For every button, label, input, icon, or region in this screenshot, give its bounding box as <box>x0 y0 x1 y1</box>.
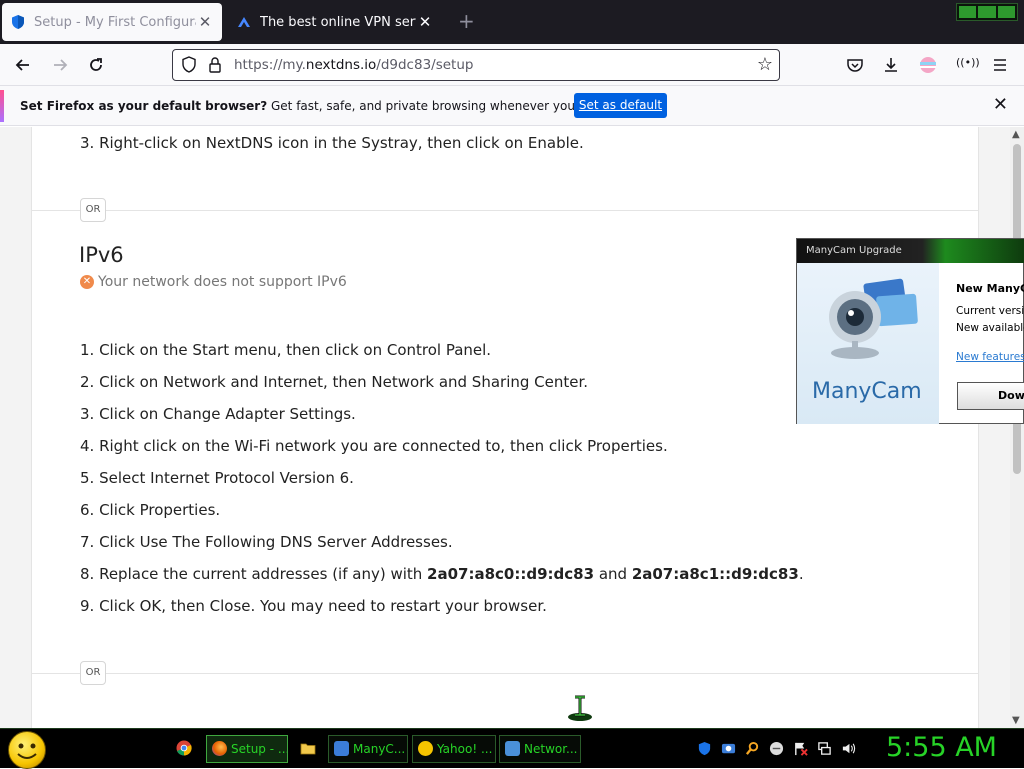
firefox-icon <box>212 741 227 756</box>
manycam-icon <box>334 741 349 756</box>
scroll-down-arrow-icon[interactable]: ▼ <box>1012 715 1020 726</box>
yahoo-messenger-icon <box>418 741 433 756</box>
taskbar: Setup - ... ManyC... Yahoo! ... Networ..… <box>0 728 1024 769</box>
setup-card: 3. Right-click on NextDNS icon in the Sy… <box>31 127 979 728</box>
close-tab-icon[interactable]: ✕ <box>416 13 434 31</box>
ipv6-step: 7. Click Use The Following DNS Server Ad… <box>80 533 453 551</box>
text-cursor-icon <box>568 695 592 721</box>
ipv6-step: 4. Right click on the Wi-Fi network you … <box>80 437 668 455</box>
tab-title: Setup - My First Configuration <box>34 14 196 30</box>
extension-icon[interactable]: ((•)) <box>956 56 980 69</box>
manycam-logo-text: ManyCam <box>812 379 922 404</box>
ipv6-status: ✕ Your network does not support IPv6 <box>80 274 347 290</box>
reload-button[interactable] <box>83 52 109 78</box>
nordvpn-icon <box>238 17 250 27</box>
nextdns-shield-icon <box>12 15 24 29</box>
or-separator: OR <box>80 198 106 222</box>
start-button-smiley-icon[interactable] <box>8 731 46 769</box>
close-tab-icon[interactable]: ✕ <box>196 13 214 31</box>
navigation-toolbar: https://my.nextdns.io/d9dc83/setup ☆ ((•… <box>0 44 1024 86</box>
window-controls[interactable] <box>956 3 1018 21</box>
ipv6-step: 1. Click on the Start menu, then click o… <box>80 341 492 359</box>
ipv6-heading: IPv6 <box>79 243 124 267</box>
pocket-icon[interactable] <box>846 56 864 74</box>
page-content: 3. Right-click on NextDNS icon in the Sy… <box>0 127 1010 728</box>
taskbar-clock[interactable]: 5:55 AM <box>886 732 997 763</box>
page-scrollbar[interactable]: ▲ ▼ <box>1010 127 1024 728</box>
network-tray-icon[interactable] <box>817 741 832 756</box>
back-button[interactable] <box>10 52 36 78</box>
manycam-webcam-icon <box>829 278 918 359</box>
folder-icon[interactable] <box>300 740 316 756</box>
forward-arrow-icon <box>54 59 68 71</box>
reload-icon <box>90 58 102 71</box>
account-avatar-icon[interactable] <box>919 56 937 74</box>
upgrade-heading: New ManyCa <box>956 282 1024 295</box>
ipv6-step: 2. Click on Network and Internet, then N… <box>80 373 589 391</box>
manycam-tray-icon[interactable] <box>721 741 736 756</box>
scroll-up-arrow-icon[interactable]: ▲ <box>1012 129 1020 140</box>
download-button[interactable]: Dow <box>957 382 1024 410</box>
manycam-upgrade-popup: ManyCam Upgrade ManyCam New ManyCa Curre… <box>796 238 1024 424</box>
tracking-protection-shield-icon[interactable] <box>181 56 197 74</box>
downloads-icon[interactable] <box>882 56 900 74</box>
messenger-tray-icon[interactable] <box>769 741 784 756</box>
dns-address-secondary[interactable]: 2a07:a8c1::d9:dc83 <box>632 565 799 583</box>
tab-setup[interactable]: Setup - My First Configuration ✕ <box>2 3 222 41</box>
tab-vpn[interactable]: The best online VPN service for ✕ <box>228 3 442 41</box>
ipv6-step: 3. Click on Change Adapter Settings. <box>80 405 356 423</box>
network-icon <box>505 741 520 756</box>
bookmark-star-icon[interactable]: ☆ <box>757 54 773 75</box>
tab-title: The best online VPN service for <box>260 14 416 30</box>
popup-title: ManyCam Upgrade <box>797 239 1024 263</box>
search-tray-icon[interactable] <box>745 741 760 756</box>
chrome-icon[interactable] <box>176 740 192 756</box>
notification-message: Set Firefox as your default browser? Get… <box>20 99 656 113</box>
tab-strip: Setup - My First Configuration ✕ The bes… <box>0 0 1024 44</box>
close-notification-icon[interactable]: ✕ <box>993 94 1008 115</box>
set-as-default-button[interactable]: Set as default <box>574 93 667 118</box>
or-separator: OR <box>80 661 106 685</box>
forward-button[interactable] <box>47 52 73 78</box>
taskbar-button-manycam[interactable]: ManyC... <box>328 735 408 763</box>
windows-step-3: 3. Right-click on NextDNS icon in the Sy… <box>80 134 584 152</box>
ipv6-step: 6. Click Properties. <box>80 501 221 519</box>
action-center-flag-icon[interactable] <box>793 741 808 756</box>
ipv6-step-8: 8. Replace the current addresses (if any… <box>80 565 804 583</box>
menu-hamburger-icon[interactable] <box>991 56 1009 74</box>
new-tab-button[interactable]: + <box>458 10 475 32</box>
address-bar[interactable]: https://my.nextdns.io/d9dc83/setup ☆ <box>172 49 780 81</box>
ipv6-step-9: 9. Click OK, then Close. You may need to… <box>80 597 547 615</box>
taskbar-button-firefox[interactable]: Setup - ... <box>206 735 288 763</box>
back-arrow-icon <box>15 59 29 71</box>
ipv6-step: 5. Select Internet Protocol Version 6. <box>80 469 354 487</box>
lock-icon[interactable] <box>208 56 222 74</box>
url-text: https://my.nextdns.io/d9dc83/setup <box>234 57 474 73</box>
error-x-icon: ✕ <box>80 275 94 289</box>
new-version-label: New available <box>956 322 1024 334</box>
taskbar-button-yahoo[interactable]: Yahoo! ... <box>412 735 496 763</box>
current-version-label: Current versio <box>956 305 1024 317</box>
nextdns-tray-icon[interactable] <box>697 741 712 756</box>
volume-icon[interactable] <box>841 741 856 756</box>
default-browser-notification: Set Firefox as your default browser? Get… <box>0 86 1024 126</box>
dns-address-primary[interactable]: 2a07:a8c0::d9:dc83 <box>427 565 594 583</box>
taskbar-button-network[interactable]: Networ... <box>499 735 581 763</box>
new-features-link[interactable]: New features <box>956 351 1024 363</box>
